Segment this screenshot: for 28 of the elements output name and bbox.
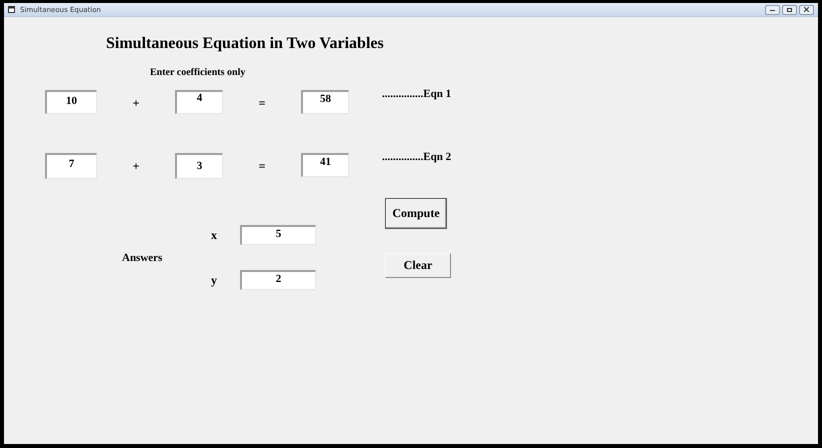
heading: Simultaneous Equation in Two Variables bbox=[106, 35, 385, 53]
plus-sign: + bbox=[132, 158, 140, 174]
answer-field[interactable]: 5 bbox=[240, 225, 316, 245]
instruction-text: Enter coefficients only bbox=[150, 67, 246, 78]
coefficient-field[interactable]: 10 bbox=[45, 90, 97, 114]
plus-sign: + bbox=[132, 95, 140, 111]
variable-label: y bbox=[211, 272, 218, 288]
minimize-button[interactable] bbox=[765, 4, 780, 14]
compute-button[interactable]: Compute bbox=[385, 198, 447, 229]
restore-icon bbox=[786, 7, 792, 12]
close-button[interactable] bbox=[799, 4, 814, 14]
clear-button[interactable]: Clear bbox=[385, 253, 451, 278]
answers-label: Answers bbox=[122, 252, 164, 264]
constant-field[interactable]: 58 bbox=[301, 90, 349, 114]
close-icon bbox=[804, 7, 809, 12]
coefficient-field[interactable]: 4 bbox=[175, 90, 223, 114]
answer-field[interactable]: 2 bbox=[240, 270, 316, 290]
minimize-icon bbox=[770, 8, 775, 10]
window-icon bbox=[8, 6, 15, 13]
equation-label: ...............Eqn 2 bbox=[382, 151, 452, 163]
variable-label: x bbox=[211, 228, 218, 242]
coefficient-field[interactable]: 7 bbox=[45, 153, 97, 179]
equation-label: ...............Eqn 1 bbox=[382, 88, 452, 100]
restore-button[interactable] bbox=[782, 4, 797, 14]
equals-sign: = bbox=[258, 158, 266, 174]
equals-sign: = bbox=[258, 95, 266, 111]
coefficient-field[interactable]: 3 bbox=[175, 153, 223, 179]
constant-field[interactable]: 41 bbox=[301, 153, 349, 177]
